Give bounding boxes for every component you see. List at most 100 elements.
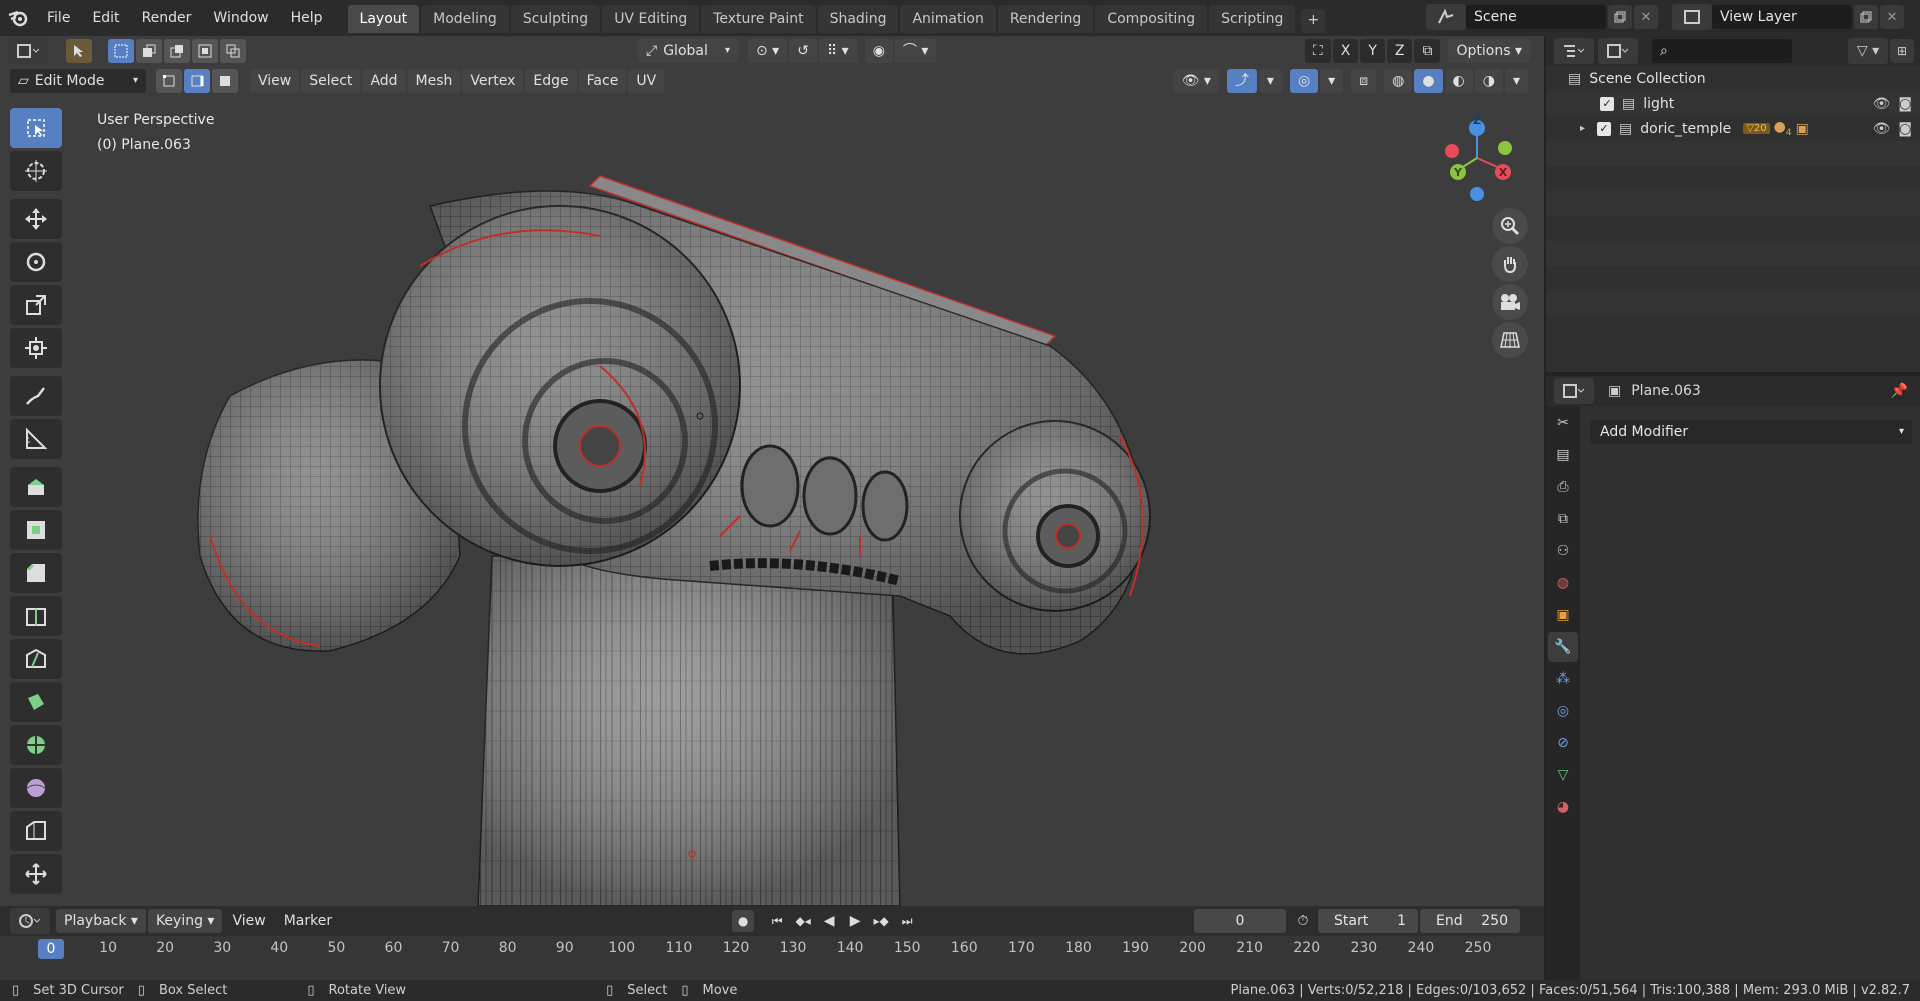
gizmo-dropdown-icon[interactable]: ▾	[1258, 69, 1282, 93]
outliner-search-input[interactable]: ⌕	[1652, 39, 1792, 63]
edge-slide-tool-icon[interactable]	[10, 811, 62, 851]
delete-view-layer-icon[interactable]: ✕	[1880, 5, 1904, 29]
new-view-layer-icon[interactable]	[1854, 5, 1878, 29]
render-properties-icon[interactable]: ▤	[1548, 440, 1578, 470]
new-scene-icon[interactable]	[1608, 5, 1632, 29]
pivot-point-icon[interactable]: ⊙ ▾	[748, 39, 788, 63]
constraint-properties-icon[interactable]: ⊘	[1548, 728, 1578, 758]
menu-vertex[interactable]: Vertex	[462, 69, 524, 93]
material-shading-icon[interactable]: ◐	[1444, 69, 1473, 93]
select-cursor-icon[interactable]	[66, 39, 92, 63]
knife-tool-icon[interactable]	[10, 639, 62, 679]
scene-collection-row[interactable]: ▤ Scene Collection	[1546, 66, 1920, 91]
tab-sculpting[interactable]: Sculpting	[510, 5, 601, 33]
menu-mesh[interactable]: Mesh	[407, 69, 461, 93]
extrude-tool-icon[interactable]	[10, 467, 62, 507]
current-frame-field[interactable]: 0	[1194, 909, 1286, 933]
ortho-grid-icon[interactable]	[1492, 322, 1528, 358]
view-layer-properties-icon[interactable]: ⧉	[1548, 504, 1578, 534]
menu-render[interactable]: Render	[131, 3, 203, 33]
transform-orientation-dropdown[interactable]: ⤢ Global ▾	[638, 39, 738, 63]
face-select-icon[interactable]	[212, 69, 238, 93]
poly-build-tool-icon[interactable]	[10, 682, 62, 722]
proportional-edit-icon[interactable]: ◉	[864, 39, 893, 63]
mirror-z-toggle[interactable]: Z	[1386, 39, 1413, 63]
move-tool-icon[interactable]	[10, 199, 62, 239]
particle-properties-icon[interactable]: ⁂	[1548, 664, 1578, 694]
display-mode-icon[interactable]	[1598, 38, 1638, 64]
camera-render-icon[interactable]: ◙	[1898, 96, 1912, 112]
3d-viewport[interactable]: ⤢ Global ▾ ⊙ ▾ ↺ ⠿ ▾ ◉ ⌒ ▾ ⛶ X Y Z ⧉ Opt…	[0, 36, 1544, 906]
delete-scene-icon[interactable]: ✕	[1634, 5, 1658, 29]
editor-type-icon[interactable]	[8, 38, 48, 64]
checkbox-checked-icon[interactable]: ✓	[1600, 96, 1614, 111]
box-select-extend-icon[interactable]	[136, 39, 162, 63]
outliner-editor-icon[interactable]	[1554, 38, 1594, 64]
bevel-tool-icon[interactable]	[10, 553, 62, 593]
menu-file[interactable]: File	[36, 3, 81, 33]
rendered-shading-icon[interactable]: ◑	[1474, 69, 1503, 93]
checkbox-checked-icon[interactable]: ✓	[1597, 121, 1612, 136]
box-select-subtract-icon[interactable]	[164, 39, 190, 63]
stopwatch-icon[interactable]: ⏱	[1292, 910, 1314, 932]
vertex-select-icon[interactable]	[156, 69, 182, 93]
next-keyframe-icon[interactable]: ▸◆	[870, 910, 892, 932]
loop-cut-tool-icon[interactable]	[10, 596, 62, 636]
timeline-editor-icon[interactable]	[10, 908, 50, 934]
navigation-gizmo[interactable]: Z X Y	[1425, 108, 1525, 208]
view-layer-name-field[interactable]: View Layer	[1712, 5, 1852, 29]
mirror-x-toggle[interactable]: X	[1332, 39, 1359, 63]
jump-end-icon[interactable]: ⏭	[896, 910, 918, 932]
tab-modeling[interactable]: Modeling	[421, 5, 509, 33]
menu-add[interactable]: Add	[362, 69, 406, 93]
playback-menu[interactable]: Playback ▾	[56, 909, 146, 933]
shading-dropdown-icon[interactable]: ▾	[1504, 69, 1528, 93]
end-frame-field[interactable]: End 250	[1420, 909, 1520, 933]
add-modifier-dropdown[interactable]: Add Modifier ▾	[1590, 420, 1912, 444]
tab-compositing[interactable]: Compositing	[1095, 5, 1208, 33]
menu-edge[interactable]: Edge	[525, 69, 577, 93]
tab-shading[interactable]: Shading	[817, 5, 899, 33]
options-dropdown[interactable]: Options ▾	[1448, 39, 1530, 63]
tab-texture-paint[interactable]: Texture Paint	[701, 5, 816, 33]
box-select-invert-icon[interactable]	[192, 39, 218, 63]
menu-window[interactable]: Window	[202, 3, 279, 33]
frame-ruler[interactable]: 0 10 20 30 40 50 60 70 80 90 100 110 120 130 140 150 16…	[0, 936, 1544, 980]
physics-properties-icon[interactable]: ◎	[1548, 696, 1578, 726]
material-properties-icon[interactable]: ◕	[1548, 792, 1578, 822]
mirror-icon[interactable]: ⛶	[1304, 39, 1331, 63]
falloff-icon[interactable]: ⌒ ▾	[894, 39, 937, 63]
outliner-item-light[interactable]: ✓ ▤ light 👁 ◙	[1546, 91, 1920, 116]
filter-icon[interactable]: ▽ ▾	[1848, 38, 1888, 64]
wireframe-shading-icon[interactable]: ◍	[1384, 69, 1413, 93]
tab-scripting[interactable]: Scripting	[1209, 5, 1296, 33]
scene-properties-icon[interactable]: ⚇	[1548, 536, 1578, 566]
jump-start-icon[interactable]: ⏮	[766, 910, 788, 932]
start-frame-field[interactable]: Start 1	[1318, 909, 1418, 933]
transform-tool-icon[interactable]	[10, 328, 62, 368]
add-workspace-button[interactable]: +	[1301, 9, 1326, 33]
inset-faces-tool-icon[interactable]	[10, 510, 62, 550]
xray-toggle-icon[interactable]: ⧈	[1351, 69, 1377, 93]
keying-menu[interactable]: Keying ▾	[147, 909, 223, 933]
play-icon[interactable]: ▶	[844, 910, 866, 932]
eye-icon[interactable]: 👁	[1873, 121, 1891, 137]
edge-select-icon[interactable]	[184, 69, 210, 93]
data-properties-icon[interactable]: ▽	[1548, 760, 1578, 790]
solid-shading-icon[interactable]: ●	[1414, 69, 1443, 93]
visibility-icon[interactable]: 👁 ▾	[1173, 69, 1219, 93]
play-reverse-icon[interactable]: ◀	[818, 910, 840, 932]
overlay-toggle-icon[interactable]: ◎	[1289, 69, 1319, 93]
box-select-intersect-icon[interactable]	[220, 39, 246, 63]
new-collection-icon[interactable]: ⊞	[1890, 39, 1914, 63]
output-properties-icon[interactable]: ⎙	[1548, 472, 1578, 502]
smooth-tool-icon[interactable]	[10, 768, 62, 808]
menu-face[interactable]: Face	[578, 69, 627, 93]
eye-icon[interactable]: 👁	[1873, 96, 1891, 112]
cursor-tool-icon[interactable]	[10, 151, 62, 191]
spin-tool-icon[interactable]	[10, 725, 62, 765]
scene-icon[interactable]	[1426, 4, 1466, 30]
world-properties-icon[interactable]: ◍	[1548, 568, 1578, 598]
tab-uv-editing[interactable]: UV Editing	[602, 5, 700, 33]
gizmo-toggle-icon[interactable]: ⤴	[1226, 69, 1257, 93]
